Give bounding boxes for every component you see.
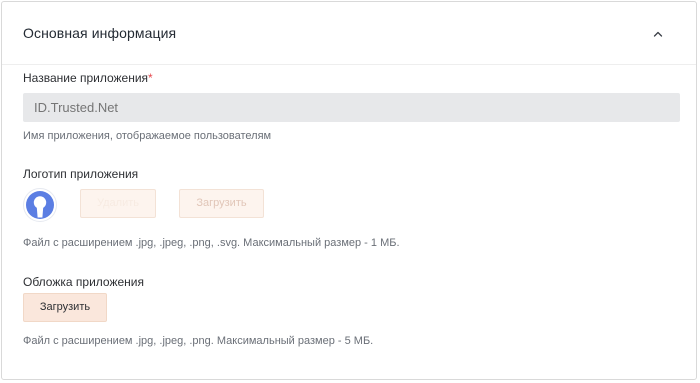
delete-logo-button[interactable]: Удалить <box>80 189 156 218</box>
logo-hint: Файл с расширением .jpg, .jpeg, .png, .s… <box>23 237 400 249</box>
upload-logo-button[interactable]: Загрузить <box>179 189 264 218</box>
app-name-label: Название приложения* <box>23 71 153 85</box>
upload-cover-button[interactable]: Загрузить <box>23 293 107 322</box>
app-name-hint: Имя приложения, отображаемое пользовател… <box>23 130 272 142</box>
app-name-label-text: Название приложения <box>23 71 149 85</box>
panel-title: Основная информация <box>23 25 177 41</box>
panel-header[interactable]: Основная информация <box>2 2 696 65</box>
chevron-up-icon[interactable] <box>650 26 666 42</box>
required-mark: * <box>148 71 153 85</box>
cover-label: Обложка приложения <box>23 275 144 289</box>
main-info-panel: Основная информация Название приложения*… <box>1 1 697 380</box>
app-name-input[interactable] <box>23 93 680 122</box>
keyhole-logo-icon <box>23 188 57 222</box>
cover-hint: Файл с расширением .jpg, .jpeg, .png. Ма… <box>23 335 374 347</box>
logo-label: Логотип приложения <box>23 167 139 181</box>
